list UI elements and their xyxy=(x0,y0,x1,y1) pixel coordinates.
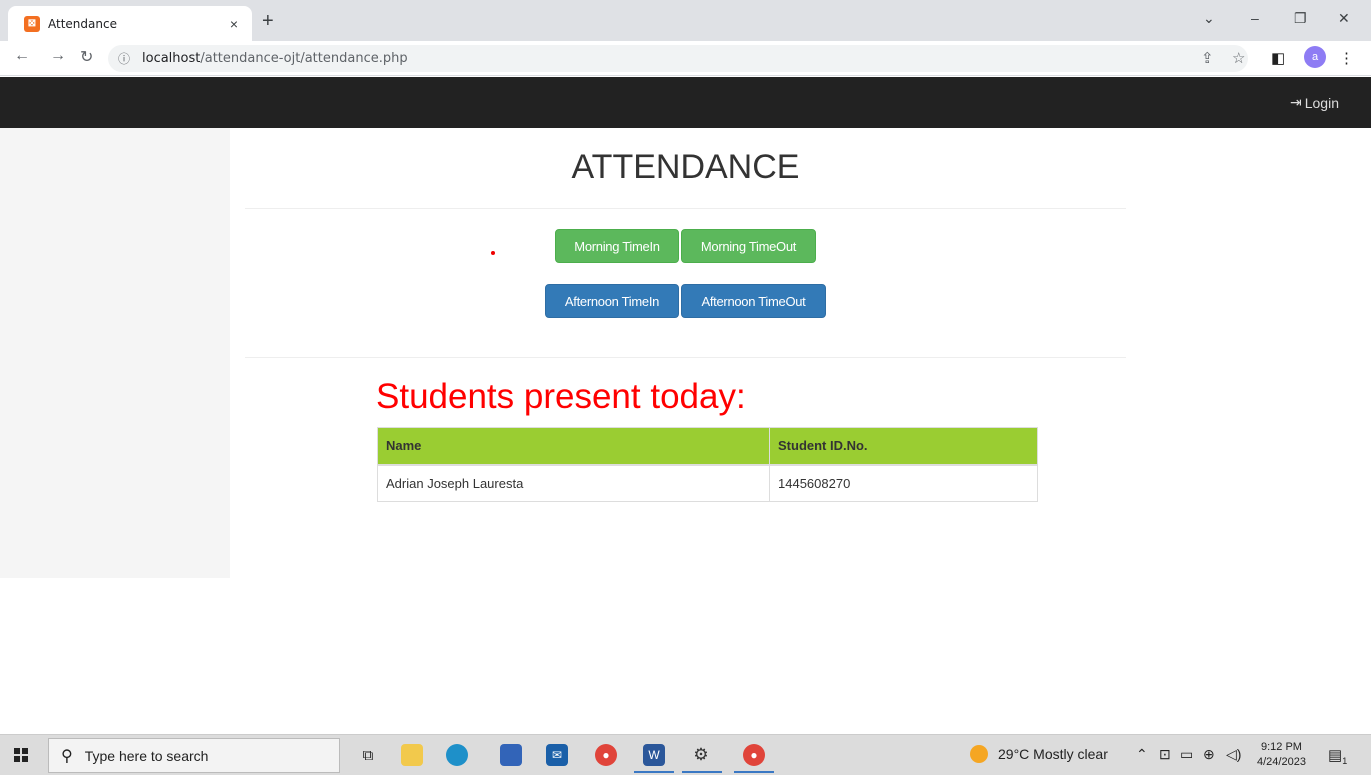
edge-icon[interactable] xyxy=(446,744,468,766)
students-present-heading: Students present today: xyxy=(376,377,746,416)
table-header-row: Name Student ID.No. xyxy=(377,427,1038,466)
clock-time: 9:12 PM xyxy=(1260,741,1302,753)
network-globe-icon[interactable]: ⊕ xyxy=(1203,746,1215,763)
chrome-active-indicator xyxy=(734,771,774,773)
chrome-profile-icon[interactable]: ● xyxy=(743,744,765,766)
mouse-cursor-dot xyxy=(491,251,495,255)
file-explorer-icon[interactable] xyxy=(401,744,423,766)
app-navbar: ⇥ Login xyxy=(0,77,1371,128)
page-title: ATTENDANCE xyxy=(571,148,800,186)
microsoft-store-icon[interactable] xyxy=(500,744,522,766)
divider xyxy=(245,357,1126,358)
tray-chevron-icon[interactable]: ⌃ xyxy=(1136,746,1148,763)
divider xyxy=(245,208,1126,209)
meet-now-icon[interactable]: ⊡ xyxy=(1159,746,1171,763)
restore-icon[interactable]: ❐ xyxy=(1294,10,1307,27)
login-link[interactable]: ⇥ Login xyxy=(1290,94,1339,111)
cell-student-id: 1445608270 xyxy=(769,464,1038,502)
morning-timein-button[interactable]: Morning TimeIn xyxy=(555,229,679,263)
address-bar[interactable]: ⓘ localhost/attendance-ojt/attendance.ph… xyxy=(108,45,1248,72)
settings-gear-icon[interactable]: ⚙ xyxy=(690,744,712,766)
sidebar xyxy=(0,128,230,578)
word-icon[interactable]: W xyxy=(643,744,665,766)
morning-timeout-button[interactable]: Morning TimeOut xyxy=(681,229,816,263)
tab-title: Attendance xyxy=(48,16,117,31)
notification-count: 1 xyxy=(1342,756,1348,766)
table-row: Adrian Joseph Lauresta 1445608270 xyxy=(377,464,1038,502)
browser-tab-strip: ⊠ Attendance × + ⌄ – ❐ ✕ xyxy=(0,0,1371,41)
bookmark-star-icon[interactable]: ☆ xyxy=(1232,49,1245,67)
url-path: /attendance-ojt/attendance.php xyxy=(200,51,408,66)
share-icon[interactable]: ⇪ xyxy=(1201,49,1214,67)
taskbar-search-box[interactable]: ⚲ Type here to search xyxy=(48,738,340,773)
site-info-icon[interactable]: ⓘ xyxy=(118,50,134,67)
taskbar-search-placeholder: Type here to search xyxy=(84,747,209,764)
side-panel-icon[interactable]: ◧ xyxy=(1271,49,1285,67)
afternoon-timein-button[interactable]: Afternoon TimeIn xyxy=(545,284,679,318)
column-header-name: Name xyxy=(377,427,770,466)
reload-icon[interactable]: ↻ xyxy=(80,47,93,67)
forward-arrow-icon[interactable]: → xyxy=(50,47,66,65)
windows-start-icon[interactable] xyxy=(14,748,28,762)
url-host: localhost xyxy=(142,51,201,66)
login-label: Login xyxy=(1304,94,1339,111)
close-window-icon[interactable]: ✕ xyxy=(1338,10,1350,27)
tab-search-chevron-icon[interactable]: ⌄ xyxy=(1203,10,1215,27)
back-arrow-icon[interactable]: ← xyxy=(14,47,30,65)
afternoon-timeout-button[interactable]: Afternoon TimeOut xyxy=(681,284,826,318)
word-active-indicator xyxy=(634,771,674,773)
profile-avatar[interactable]: a xyxy=(1304,46,1326,68)
notification-icon[interactable]: ▤1 xyxy=(1328,746,1347,766)
weather-moon-icon[interactable] xyxy=(970,745,988,763)
search-icon: ⚲ xyxy=(61,747,73,765)
column-header-student-id: Student ID.No. xyxy=(769,427,1038,466)
mail-icon[interactable]: ✉ xyxy=(546,744,568,766)
windows-taskbar: ⚲ Type here to search ⧉ ✉ ● W ⚙ ● 29°C M… xyxy=(0,734,1371,775)
cell-student-name: Adrian Joseph Lauresta xyxy=(377,464,770,502)
volume-icon[interactable]: ◁) xyxy=(1226,746,1241,763)
login-icon: ⇥ xyxy=(1290,94,1302,110)
new-tab-button[interactable]: + xyxy=(262,10,274,33)
tab-close-icon[interactable]: × xyxy=(226,16,242,32)
battery-icon[interactable]: ▭ xyxy=(1180,746,1193,763)
taskbar-clock[interactable]: 9:12 PM 4/24/2023 xyxy=(1257,740,1306,770)
xampp-favicon-icon: ⊠ xyxy=(24,15,40,32)
minimize-icon[interactable]: – xyxy=(1251,10,1259,26)
attendance-table: Name Student ID.No. Adrian Joseph Laures… xyxy=(377,427,1038,502)
chrome-icon[interactable]: ● xyxy=(595,744,617,766)
settings-active-indicator xyxy=(682,771,722,773)
clock-date: 4/24/2023 xyxy=(1257,756,1306,768)
browser-toolbar: ← → ↻ ⓘ localhost/attendance-ojt/attenda… xyxy=(0,41,1371,76)
chrome-menu-icon[interactable]: ⋮ xyxy=(1339,49,1354,67)
task-view-icon[interactable]: ⧉ xyxy=(357,744,379,766)
weather-text[interactable]: 29°C Mostly clear xyxy=(998,746,1108,762)
browser-tab[interactable]: ⊠ Attendance × xyxy=(8,6,252,41)
url-text: localhost/attendance-ojt/attendance.php xyxy=(142,51,408,66)
